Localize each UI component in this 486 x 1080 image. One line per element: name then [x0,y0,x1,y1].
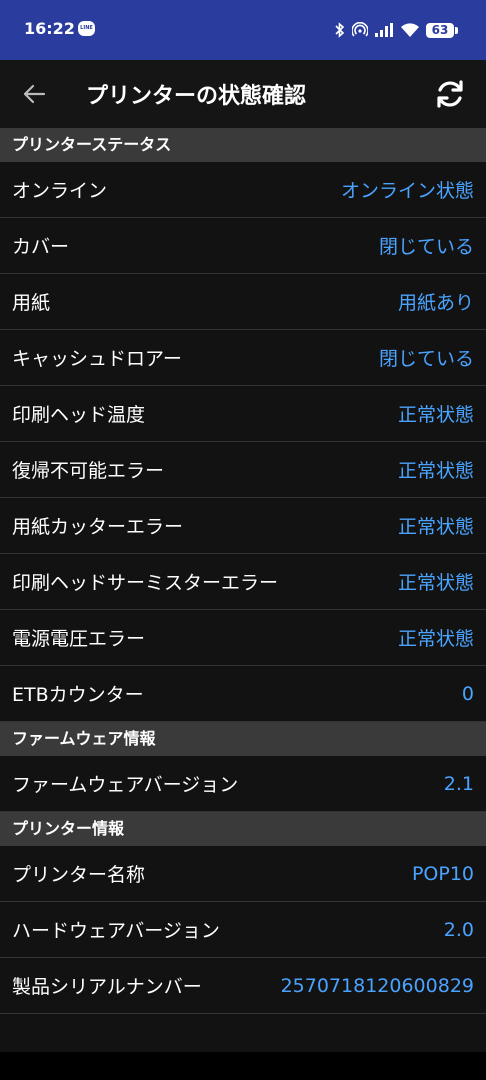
status-bar: 16:22 LINE 63 [0,0,486,60]
row-printer-name: プリンター名称 POP10 [0,846,486,902]
row-cash-drawer: キャッシュドロアー 閉じている [0,330,486,386]
row-value: 正常状態 [397,460,474,482]
hotspot-icon [352,22,368,37]
system-nav-bar [0,1052,486,1080]
section-header-printer-info: プリンター情報 [0,812,486,846]
row-serial-number: 製品シリアルナンバー 2570718120600829 [0,958,486,1014]
row-label: ETBカウンター [12,684,144,706]
row-value: 0 [461,682,474,705]
row-value: 正常状態 [397,572,474,594]
row-value: 正常状態 [397,404,474,426]
row-firmware-version: ファームウェアバージョン 2.1 [0,756,486,812]
section-header-firmware: ファームウェア情報 [0,722,486,756]
row-head-temperature: 印刷ヘッド温度 正常状態 [0,386,486,442]
row-label: 印刷ヘッドサーミスターエラー [12,572,279,594]
battery-icon: 63 [426,22,458,38]
row-cutter-error: 用紙カッターエラー 正常状態 [0,498,486,554]
row-label: ファームウェアバージョン [12,774,239,796]
wifi-icon [401,23,419,37]
row-value: 2.0 [443,918,474,941]
section-header-printer-status: プリンターステータス [0,128,486,162]
row-cover: カバー 閉じている [0,218,486,274]
row-value: 2.1 [443,772,474,795]
row-label: 製品シリアルナンバー [12,976,202,998]
status-list: プリンターステータス オンライン オンライン状態 カバー 閉じている 用紙 用紙あり … [0,128,486,1014]
status-time: 16:22 [24,19,75,38]
bluetooth-icon [335,22,345,38]
row-value: POP10 [411,862,474,885]
app-bar: プリンターの状態確認 [0,60,486,128]
row-label: 用紙 [12,292,51,314]
row-label: プリンター名称 [12,864,146,886]
row-paper: 用紙 用紙あり [0,274,486,330]
row-voltage-error: 電源電圧エラー 正常状態 [0,610,486,666]
row-label: 用紙カッターエラー [12,516,184,538]
row-label: キャッシュドロアー [12,348,182,370]
row-unrecoverable-error: 復帰不可能エラー 正常状態 [0,442,486,498]
row-label: 電源電圧エラー [12,628,146,650]
row-value: 用紙あり [397,292,474,314]
row-label: カバー [12,236,70,258]
row-value: 2570718120600829 [280,974,474,997]
row-value: 閉じている [378,348,474,370]
row-thermistor-error: 印刷ヘッドサーミスターエラー 正常状態 [0,554,486,610]
page-title: プリンターの状態確認 [86,84,307,109]
row-etb-counter: ETBカウンター 0 [0,666,486,722]
row-label: 復帰不可能エラー [12,460,165,482]
refresh-icon[interactable] [432,76,468,112]
line-app-icon: LINE [78,21,95,36]
row-value: 正常状態 [397,516,474,538]
back-arrow-icon[interactable] [20,80,48,108]
signal-icon [375,23,393,37]
row-label: 印刷ヘッド温度 [12,404,146,426]
row-label: オンライン [12,180,108,202]
row-online: オンライン オンライン状態 [0,162,486,218]
row-label: ハードウェアバージョン [12,920,220,942]
row-value: オンライン状態 [340,180,474,202]
status-icons: 63 [334,18,458,42]
row-value: 閉じている [378,236,474,258]
row-hardware-version: ハードウェアバージョン 2.0 [0,902,486,958]
row-value: 正常状態 [397,628,474,650]
